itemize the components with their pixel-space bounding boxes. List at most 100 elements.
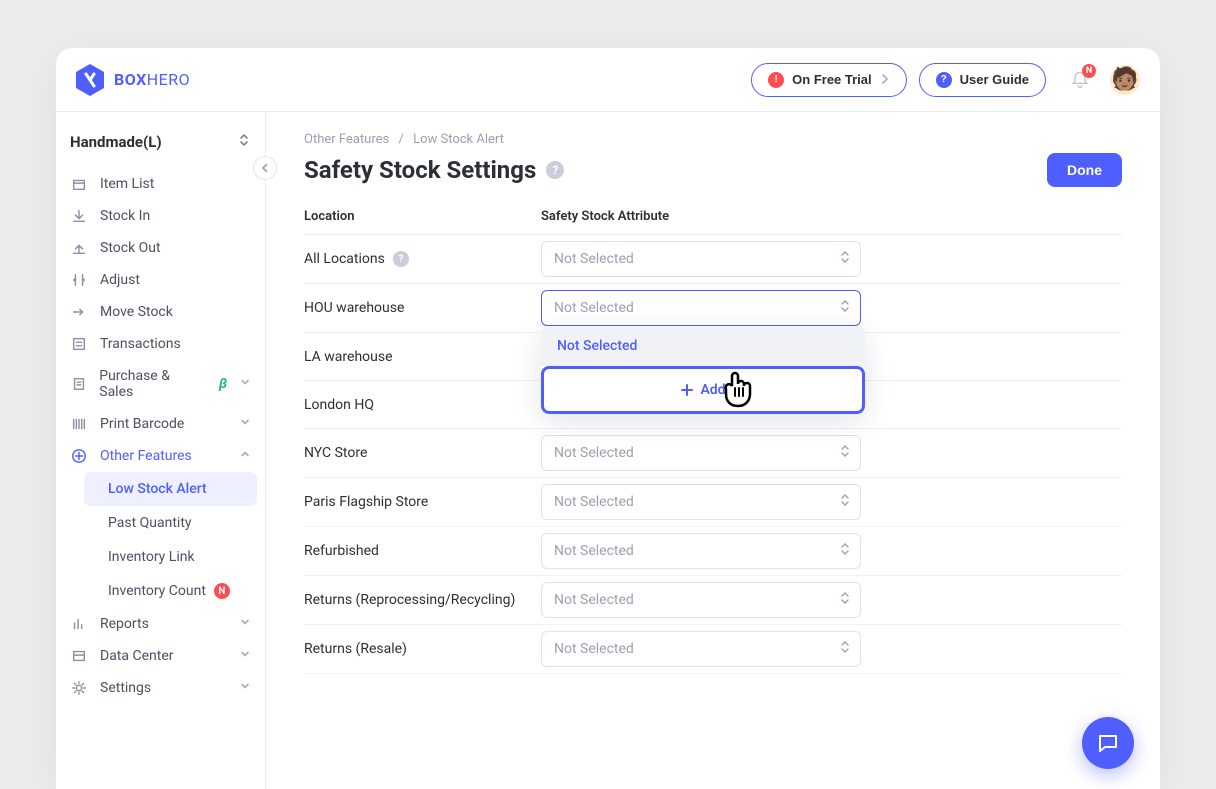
- sidebar-subitem-inventory-link[interactable]: Inventory Link: [84, 540, 257, 574]
- adjust-icon: [70, 272, 88, 288]
- sidebar-item-data-center[interactable]: Data Center: [56, 640, 265, 672]
- sidebar-subitem-low-stock-alert[interactable]: Low Stock Alert: [84, 472, 257, 506]
- sidebar-item-stock-out[interactable]: Stock Out: [56, 232, 265, 264]
- chevron-right-icon: [880, 72, 890, 87]
- updown-icon: [840, 542, 850, 560]
- select-value: Not Selected: [554, 251, 634, 267]
- free-trial-button[interactable]: ! On Free Trial: [751, 63, 906, 97]
- beta-badge: β: [219, 376, 227, 392]
- sidebar-item-label: Transactions: [100, 336, 181, 352]
- sidebar-item-label: Reports: [100, 616, 149, 632]
- updown-icon: [840, 640, 850, 658]
- help-icon[interactable]: ?: [393, 251, 409, 267]
- chevron-up-icon: [239, 448, 251, 464]
- logo[interactable]: BOXHERO: [76, 64, 190, 96]
- location-name: Returns (Resale): [304, 641, 541, 657]
- safety-stock-select[interactable]: Not Selected: [541, 631, 861, 667]
- breadcrumb-item[interactable]: Other Features: [304, 132, 389, 147]
- table-header: Location Safety Stock Attribute: [304, 197, 1122, 235]
- app-window: BOXHERO ! On Free Trial ? User Guide N 🧑…: [56, 48, 1160, 789]
- select-value: Not Selected: [554, 641, 634, 657]
- table-row: Paris Flagship Store Not Selected: [304, 478, 1122, 527]
- chevron-down-icon: [239, 648, 251, 664]
- location-name: Refurbished: [304, 543, 541, 559]
- location-name: Returns (Reprocessing/Recycling): [304, 592, 541, 608]
- sidebar-item-transactions[interactable]: Transactions: [56, 328, 265, 360]
- safety-stock-select[interactable]: Not Selected: [541, 582, 861, 618]
- chevron-down-icon: [239, 376, 251, 392]
- sidebar-item-label: Print Barcode: [100, 416, 184, 432]
- table-row: Refurbished Not Selected: [304, 527, 1122, 576]
- safety-stock-select[interactable]: Not Selected: [541, 435, 861, 471]
- select-value: Not Selected: [554, 445, 634, 461]
- breadcrumb-item[interactable]: Low Stock Alert: [413, 132, 504, 147]
- chevron-down-icon: [239, 616, 251, 632]
- updown-icon: [840, 444, 850, 462]
- data-icon: [70, 648, 88, 664]
- user-guide-button[interactable]: ? User Guide: [919, 63, 1046, 97]
- sidebar-item-label: Adjust: [100, 272, 140, 288]
- column-attribute: Safety Stock Attribute: [541, 209, 1122, 224]
- chevron-down-icon: [239, 416, 251, 432]
- chat-icon: [1096, 731, 1120, 755]
- select-value: Not Selected: [554, 300, 634, 316]
- main-content: Other Features / Low Stock Alert Safety …: [266, 112, 1160, 789]
- location-name: Paris Flagship Store: [304, 494, 541, 510]
- table-row: All Locations? Not Selected: [304, 235, 1122, 284]
- sidebar-item-label: Other Features: [100, 448, 192, 464]
- table-row: Returns (Resale) Not Selected: [304, 625, 1122, 674]
- new-badge: N: [214, 583, 230, 599]
- column-location: Location: [304, 209, 541, 224]
- dropdown-option-not-selected[interactable]: Not Selected: [541, 326, 865, 366]
- dropdown-add-button[interactable]: Add: [541, 366, 865, 414]
- help-icon[interactable]: ?: [546, 161, 564, 179]
- sidebar-item-reports[interactable]: Reports: [56, 608, 265, 640]
- transactions-icon: [70, 336, 88, 352]
- sidebar: Handmade(L) Item ListStock In Stock Out Ad…: [56, 112, 266, 789]
- updown-icon: [840, 299, 850, 317]
- plus-circle-icon: [70, 448, 88, 464]
- safety-stock-select[interactable]: Not Selected: [541, 290, 861, 326]
- sidebar-item-item-list[interactable]: Item List: [56, 168, 265, 200]
- doc-icon: [70, 376, 87, 392]
- team-selector[interactable]: Handmade(L): [56, 124, 265, 168]
- sidebar-item-stock-in[interactable]: Stock In: [56, 200, 265, 232]
- safety-stock-select[interactable]: Not Selected: [541, 484, 861, 520]
- sidebar-subitem-past-quantity[interactable]: Past Quantity: [84, 506, 257, 540]
- location-name: NYC Store: [304, 445, 541, 461]
- chart-icon: [70, 616, 88, 632]
- sidebar-item-label: Data Center: [100, 648, 174, 664]
- move-icon: [70, 304, 88, 320]
- add-label: Add: [700, 382, 725, 398]
- sidebar-subitem-inventory-count[interactable]: Inventory CountN: [84, 574, 257, 608]
- notifications-button[interactable]: N: [1066, 66, 1094, 94]
- logo-text: BOXHERO: [114, 70, 190, 89]
- select-value: Not Selected: [554, 543, 634, 559]
- done-button[interactable]: Done: [1047, 153, 1122, 187]
- sidebar-item-print-barcode[interactable]: Print Barcode: [56, 408, 265, 440]
- sidebar-item-other-features[interactable]: Other Features: [56, 440, 265, 472]
- sidebar-item-purchase-sales[interactable]: Purchase & Salesβ: [56, 360, 265, 408]
- chevron-down-icon: [239, 680, 251, 696]
- sidebar-item-label: Stock Out: [100, 240, 161, 256]
- sidebar-item-move-stock[interactable]: Move Stock: [56, 296, 265, 328]
- sidebar-item-settings[interactable]: Settings: [56, 672, 265, 704]
- box-icon: [70, 176, 88, 192]
- select-value: Not Selected: [554, 494, 634, 510]
- safety-stock-select[interactable]: Not Selected: [541, 241, 861, 277]
- location-name: All Locations?: [304, 251, 541, 267]
- upload-icon: [70, 240, 88, 256]
- page-title: Safety Stock Settings ?: [304, 156, 564, 184]
- chat-button[interactable]: [1082, 717, 1134, 769]
- location-name: HOU warehouse: [304, 300, 541, 316]
- sidebar-subitem-label: Low Stock Alert: [108, 481, 207, 497]
- sidebar-subitem-label: Inventory Link: [108, 549, 195, 565]
- updown-icon: [239, 132, 249, 152]
- download-icon: [70, 208, 88, 224]
- avatar[interactable]: 🧑🏽: [1110, 65, 1140, 95]
- table-row: NYC Store Not Selected: [304, 429, 1122, 478]
- sidebar-subitem-label: Past Quantity: [108, 515, 192, 531]
- safety-stock-select[interactable]: Not Selected: [541, 533, 861, 569]
- location-name: London HQ: [304, 397, 541, 413]
- sidebar-item-adjust[interactable]: Adjust: [56, 264, 265, 296]
